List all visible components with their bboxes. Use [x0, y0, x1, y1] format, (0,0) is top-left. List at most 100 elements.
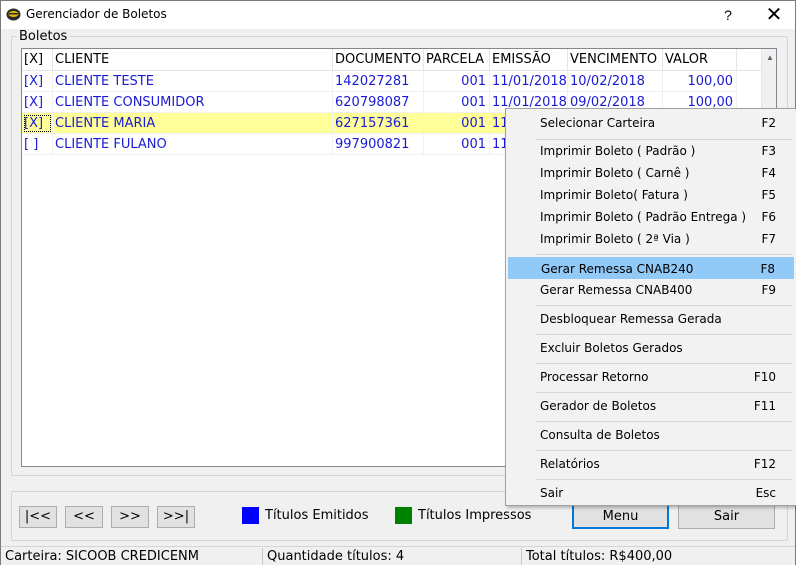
row-cliente: CLIENTE FULANO — [53, 134, 333, 155]
column-header-check[interactable]: [X] — [22, 49, 53, 71]
menu-item-shortcut: F3 — [761, 144, 776, 158]
close-button[interactable]: ✕ — [761, 3, 787, 25]
menu-item-label: Imprimir Boleto ( Padrão Entrega ) — [540, 210, 747, 224]
row-parcela: 001 — [424, 92, 490, 113]
column-header-vencimento[interactable]: VENCIMENTO — [568, 49, 663, 71]
menu-item-imprimir-fatura[interactable]: Imprimir Boleto( Fatura ) F5 — [508, 184, 794, 206]
boletos-window: Gerenciador de Boletos ? ✕ Boletos [X] C… — [0, 0, 796, 565]
menu-item-shortcut: F6 — [761, 210, 776, 224]
status-bar: Carteira: SICOOB CREDICENM Quantidade tí… — [1, 546, 795, 565]
menu-item-label: Gerar Remessa CNAB400 — [540, 283, 693, 297]
menu-separator — [536, 392, 792, 393]
scroll-up-arrow-icon[interactable]: ▲ — [762, 49, 776, 66]
menu-item-label: Imprimir Boleto ( Padrão ) — [540, 144, 696, 158]
status-carteira: Carteira: SICOOB CREDICENM — [1, 548, 263, 565]
menu-item-shortcut: F8 — [760, 262, 775, 276]
row-documento: 627157361 — [333, 113, 424, 134]
column-header-valor[interactable]: VALOR — [663, 49, 737, 71]
menu-separator — [536, 334, 792, 335]
menu-separator — [536, 254, 792, 255]
row-documento: 997900821 — [333, 134, 424, 155]
menu-item-excluir-boletos[interactable]: Excluir Boletos Gerados — [508, 337, 794, 359]
menu-item-shortcut: F12 — [753, 457, 776, 471]
context-menu: Selecionar Carteira F2 Imprimir Boleto (… — [505, 108, 796, 506]
help-button[interactable]: ? — [717, 5, 739, 25]
menu-separator — [536, 363, 792, 364]
menu-separator — [536, 479, 792, 480]
menu-item-processar-retorno[interactable]: Processar Retorno F10 — [508, 366, 794, 388]
first-record-button[interactable]: |<< — [19, 506, 57, 528]
previous-record-button[interactable]: << — [65, 506, 103, 528]
column-header-emissao[interactable]: EMISSÃO — [490, 49, 568, 71]
sair-button[interactable]: Sair — [678, 504, 775, 529]
impressos-color-swatch — [395, 507, 412, 524]
status-quantidade: Quantidade títulos: 4 — [263, 548, 522, 565]
menu-item-shortcut: F2 — [761, 116, 776, 130]
window-title: Gerenciador de Boletos — [26, 7, 167, 21]
menu-item-shortcut: F10 — [753, 370, 776, 384]
row-cliente: CLIENTE MARIA — [53, 113, 333, 134]
menu-item-label: Imprimir Boleto ( 2ª Via ) — [540, 232, 690, 246]
menu-item-shortcut: F7 — [761, 232, 776, 246]
menu-separator — [536, 450, 792, 451]
row-check[interactable]: [X] — [22, 92, 53, 113]
status-total: Total títulos: R$400,00 — [526, 549, 673, 564]
menu-item-shortcut: F4 — [761, 166, 776, 180]
menu-item-gerar-remessa-cnab400[interactable]: Gerar Remessa CNAB400 F9 — [508, 279, 794, 301]
row-parcela: 001 — [424, 71, 490, 92]
menu-item-imprimir-segunda-via[interactable]: Imprimir Boleto ( 2ª Via ) F7 — [508, 228, 794, 250]
menu-item-desbloquear-remessa[interactable]: Desbloquear Remessa Gerada — [508, 308, 794, 330]
row-check[interactable]: [X] — [22, 113, 53, 134]
last-record-button[interactable]: >>| — [157, 506, 195, 528]
next-record-button[interactable]: >> — [111, 506, 149, 528]
row-cliente: CLIENTE TESTE — [53, 71, 333, 92]
menu-item-label: Imprimir Boleto ( Carnê ) — [540, 166, 690, 180]
menu-item-label: Gerador de Boletos — [540, 399, 657, 413]
menu-item-label: Relatórios — [540, 457, 600, 471]
menu-separator — [536, 421, 792, 422]
menu-item-label: Selecionar Carteira — [540, 116, 656, 130]
row-parcela: 001 — [424, 113, 490, 134]
grid-header: [X] CLIENTE DOCUMENTO PARCELA EMISSÃO VE… — [22, 49, 762, 71]
table-row[interactable]: [X] CLIENTE TESTE 142027281 001 11/01/20… — [22, 71, 737, 92]
boletos-group-label: Boletos — [17, 29, 70, 44]
menu-item-shortcut: F9 — [761, 283, 776, 297]
menu-item-shortcut: F11 — [753, 399, 776, 413]
menu-item-gerar-remessa-cnab240[interactable]: Gerar Remessa CNAB240 F8 — [508, 257, 794, 279]
menu-item-imprimir-carne[interactable]: Imprimir Boleto ( Carnê ) F4 — [508, 162, 794, 184]
row-documento: 620798087 — [333, 92, 424, 113]
emitidos-legend-label: Títulos Emitidos — [265, 508, 369, 523]
column-header-cliente[interactable]: CLIENTE — [53, 49, 333, 71]
column-header-parcela[interactable]: PARCELA — [424, 49, 490, 71]
menu-item-selecionar-carteira[interactable]: Selecionar Carteira F2 — [508, 112, 794, 134]
row-valor: 100,00 — [663, 71, 737, 92]
menu-item-relatorios[interactable]: Relatórios F12 — [508, 453, 794, 475]
menu-item-sair[interactable]: Sair Esc — [508, 482, 794, 504]
menu-item-label: Desbloquear Remessa Gerada — [540, 312, 722, 326]
row-cliente: CLIENTE CONSUMIDOR — [53, 92, 333, 113]
app-icon — [6, 8, 21, 21]
column-header-documento[interactable]: DOCUMENTO — [333, 49, 424, 71]
menu-item-label: Excluir Boletos Gerados — [540, 341, 683, 355]
menu-item-label: Sair — [540, 486, 564, 500]
menu-item-label: Processar Retorno — [540, 370, 649, 384]
column-header-filler — [737, 49, 762, 71]
row-vencimento: 10/02/2018 — [568, 71, 663, 92]
menu-item-consulta-boletos[interactable]: Consulta de Boletos — [508, 424, 794, 446]
menu-button[interactable]: Menu — [572, 504, 669, 529]
row-parcela: 001 — [424, 134, 490, 155]
row-emissao: 11/01/2018 — [490, 71, 568, 92]
menu-item-imprimir-padrao[interactable]: Imprimir Boleto ( Padrão ) F3 — [508, 140, 794, 162]
row-check[interactable]: [ ] — [22, 134, 53, 155]
menu-item-gerador-boletos[interactable]: Gerador de Boletos F11 — [508, 395, 794, 417]
menu-item-imprimir-padrao-entrega[interactable]: Imprimir Boleto ( Padrão Entrega ) F6 — [508, 206, 794, 228]
row-check[interactable]: [X] — [22, 71, 53, 92]
menu-item-label: Gerar Remessa CNAB240 — [541, 262, 694, 276]
menu-item-shortcut: Esc — [755, 486, 776, 500]
menu-item-label: Consulta de Boletos — [540, 428, 660, 442]
menu-separator — [536, 305, 792, 306]
emitidos-color-swatch — [242, 507, 259, 524]
impressos-legend-label: Títulos Impressos — [418, 508, 532, 523]
menu-item-shortcut: F5 — [761, 188, 776, 202]
row-documento: 142027281 — [333, 71, 424, 92]
